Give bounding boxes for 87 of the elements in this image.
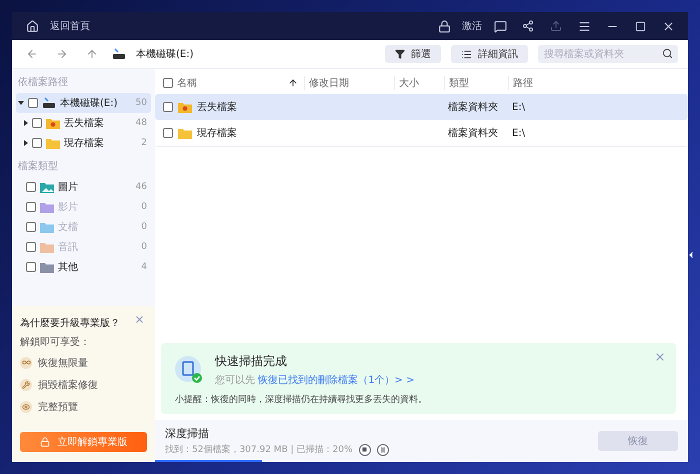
column-header[interactable]: 類型 — [444, 76, 508, 90]
path-cell: E:\ — [512, 102, 526, 112]
home-link[interactable]: 返回首頁 — [50, 19, 90, 33]
path-cell: E:\ — [512, 128, 526, 138]
stop-button[interactable] — [358, 444, 371, 456]
document-folder-icon — [40, 222, 54, 232]
infinite-icon — [20, 356, 32, 368]
list-icon — [461, 48, 472, 60]
feature-label: 損毀檔案修復 — [38, 378, 98, 392]
scan-status: 找到：52個檔案，307.92 MB | 已掃描：20% — [165, 443, 353, 456]
type-cell-text: 檔案資料夾 — [448, 100, 498, 114]
type-label: 其他 — [58, 260, 79, 274]
checkbox[interactable] — [163, 128, 173, 138]
repair-icon — [20, 378, 32, 390]
tree-label: 現存檔案 — [64, 136, 105, 150]
tree-label: 丟失檔案 — [64, 116, 105, 130]
lost-folder-icon — [178, 102, 192, 112]
type-label: 影片 — [58, 200, 79, 214]
expand-icon[interactable] — [24, 140, 28, 146]
stop-icon — [362, 447, 368, 452]
pause-button[interactable] — [376, 444, 389, 456]
tree-item[interactable]: 本機磁碟(E:) 50 — [16, 93, 151, 113]
item-count: 50 — [136, 98, 147, 108]
search-field[interactable]: 搜尋檔案或資料夾 — [538, 45, 678, 63]
column-header[interactable]: 大小 — [394, 76, 444, 90]
location-path: 本機磁碟(E:) — [136, 48, 194, 61]
checkbox[interactable] — [26, 262, 36, 272]
item-count: 46 — [136, 182, 147, 192]
checkbox[interactable] — [163, 102, 173, 112]
drive-icon — [42, 97, 56, 109]
column-header[interactable]: 修改日期 — [304, 76, 394, 90]
expand-icon[interactable] — [24, 120, 28, 126]
item-count: 0 — [141, 202, 147, 212]
type-label: 圖片 — [58, 180, 79, 194]
tree-item[interactable]: 丟失檔案 48 — [16, 113, 151, 133]
document-check-icon — [175, 356, 203, 384]
search-icon[interactable] — [662, 48, 673, 59]
section-heading: 檔案類型 — [17, 160, 59, 174]
lock-icon — [40, 437, 50, 447]
filter-button[interactable]: 篩選 — [385, 45, 441, 63]
type-label: 文檔 — [58, 220, 79, 234]
folder-icon — [178, 128, 192, 138]
filter-icon — [395, 49, 405, 59]
checkbox[interactable] — [32, 138, 42, 148]
column-header[interactable]: 名稱 — [159, 76, 304, 90]
sort-icon — [288, 78, 298, 88]
expand-icon[interactable] — [18, 101, 24, 105]
video-folder-icon — [40, 202, 54, 212]
notice-title: 快速掃描完成 — [215, 353, 288, 370]
checkbox[interactable] — [32, 118, 42, 128]
tree-label: 本機磁碟(E:) — [60, 96, 118, 110]
section-heading: 依檔案路徑 — [17, 76, 69, 90]
item-count: 0 — [141, 222, 147, 232]
column-header[interactable]: 路徑 — [508, 76, 676, 90]
name-cell: 現存檔案 — [163, 126, 237, 140]
type-cell-text: 檔案資料夾 — [448, 126, 498, 140]
item-count: 2 — [141, 138, 147, 148]
scan-title: 深度掃描 — [165, 426, 210, 441]
name-cell: 丟失檔案 — [163, 100, 237, 114]
lost-folder-icon — [46, 118, 60, 128]
type-label: 音訊 — [58, 240, 79, 254]
checkbox[interactable] — [26, 182, 36, 192]
image-folder-icon — [40, 182, 54, 192]
checkbox[interactable] — [163, 78, 173, 88]
recover-link[interactable]: 恢復已找到的刪除檔案（1个）> > — [258, 375, 414, 386]
type-item[interactable]: 其他 4 — [16, 257, 151, 277]
preview-icon — [20, 400, 32, 412]
feature-label: 恢復無限量 — [38, 356, 88, 370]
checkbox[interactable] — [28, 98, 38, 108]
type-item[interactable]: 圖片 46 — [16, 177, 151, 197]
table-row[interactable]: 丟失檔案 檔案資料夾 E:\ — [155, 94, 688, 120]
drive-icon — [112, 48, 126, 60]
tree-item[interactable]: 現存檔案 2 — [16, 133, 151, 153]
item-count: 4 — [141, 262, 147, 272]
notice-text: 您可以先 恢復已找到的刪除檔案（1个）> > — [215, 374, 414, 387]
item-count: 0 — [141, 242, 147, 252]
details-button[interactable]: 詳細資訊 — [451, 45, 528, 63]
upgrade-title: 為什麼要升級專業版？ — [20, 316, 120, 330]
folder-icon — [40, 262, 54, 272]
item-count: 48 — [136, 118, 147, 128]
notice-tip: 小提醒：恢復的同時，深度掃描仍在持續尋找更多丟失的資料。 — [175, 394, 428, 406]
feature-label: 完整預覽 — [38, 400, 78, 414]
audio-folder-icon — [40, 242, 54, 252]
pause-icon — [380, 446, 386, 452]
folder-icon — [46, 138, 60, 148]
activate-link[interactable]: 激活 — [462, 19, 482, 33]
upgrade-subtitle: 解鎖即可享受： — [20, 336, 91, 349]
